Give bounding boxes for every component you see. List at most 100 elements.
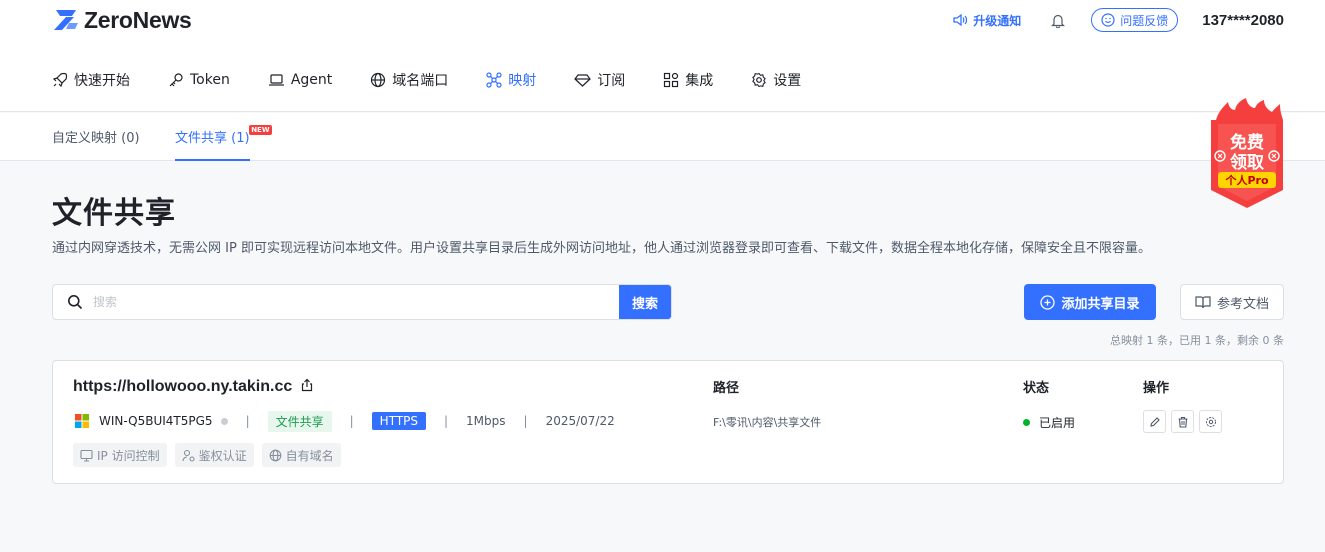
globe-icon <box>269 449 281 461</box>
key-icon <box>169 73 183 87</box>
status-label: 已启用 <box>1039 416 1076 430</box>
reference-docs-button[interactable]: 参考文档 <box>1180 284 1284 320</box>
user-lock-icon <box>182 449 195 462</box>
tab-custom-mapping[interactable]: 自定义映射 (0) <box>52 113 140 160</box>
auth-chip[interactable]: 鉴权认证 <box>174 443 254 467</box>
nav-item-domain-port[interactable]: 域名端口 <box>370 70 448 90</box>
book-icon <box>1195 296 1211 309</box>
separator: | <box>523 414 528 428</box>
open-external-icon[interactable] <box>300 377 314 396</box>
integration-icon <box>664 72 679 88</box>
nav-label: 映射 <box>508 73 537 89</box>
settings-button[interactable] <box>1199 410 1222 433</box>
brand-name: ZeroNews <box>84 6 192 33</box>
share-url-link[interactable]: https://hollowooo.ny.takin.cc <box>73 378 292 396</box>
column-path: 路径 <box>713 381 740 396</box>
mapping-icon <box>486 72 502 88</box>
nav-item-subscribe[interactable]: 订阅 <box>574 70 625 90</box>
gear-icon <box>1205 416 1216 427</box>
agent-offline-dot <box>220 417 228 425</box>
smile-icon <box>1101 13 1115 27</box>
agent-name: WIN-Q5BUI4T5PG5 <box>99 414 213 428</box>
nav-label: 域名端口 <box>392 73 449 89</box>
windows-icon <box>75 414 89 428</box>
nav-item-integration[interactable]: 集成 <box>663 70 713 90</box>
tab-label: 文件共享 (1) <box>175 130 250 146</box>
bell-icon <box>1051 14 1066 28</box>
feature-label: IP 访问控制 <box>97 448 160 463</box>
notification-button[interactable] <box>1051 13 1066 28</box>
nav-item-agent[interactable]: Agent <box>268 72 332 88</box>
feature-label: 鉴权认证 <box>198 448 247 463</box>
edit-button[interactable] <box>1143 410 1166 433</box>
feedback-button[interactable]: 问题反馈 <box>1091 8 1179 32</box>
zeronews-logo-icon <box>54 10 78 30</box>
status-dot <box>1023 419 1030 426</box>
created-date: 2025/07/22 <box>545 414 615 428</box>
logo[interactable]: ZeroNews <box>52 6 192 34</box>
nav-item-mapping[interactable]: 映射 <box>486 70 536 90</box>
upgrade-label: 升级通知 <box>973 13 1022 28</box>
tab-file-share[interactable]: 文件共享 (1) NEW <box>175 113 272 161</box>
header-actions: 升级通知 问题反馈 137****2080 <box>953 8 1284 32</box>
diamond-icon <box>574 74 592 87</box>
account-name[interactable]: 137****2080 <box>1202 12 1284 29</box>
nav-label: 设置 <box>773 73 802 89</box>
globe-icon <box>371 72 386 88</box>
nav-label: 快速开始 <box>74 73 130 89</box>
nav-item-token[interactable]: Token <box>168 72 230 88</box>
promo-line2: 领取 <box>1230 152 1264 173</box>
column-ops: 操作 <box>1143 381 1170 396</box>
delete-button[interactable] <box>1171 410 1194 433</box>
page-description: 通过内网穿透技术，无需公网 IP 即可实现远程访问本地文件。用户设置共享目录后生… <box>52 241 1151 256</box>
feedback-label: 问题反馈 <box>1120 13 1169 28</box>
promo-ribbon: 个人Pro <box>1224 173 1268 187</box>
feature-label: 自有域名 <box>285 448 334 463</box>
add-button-label: 添加共享目录 <box>1061 296 1140 312</box>
upgrade-notice-link[interactable]: 升级通知 <box>953 12 1021 29</box>
plus-circle-icon <box>1040 294 1056 310</box>
new-badge: NEW <box>249 125 272 135</box>
share-status: 已启用 <box>1023 414 1075 431</box>
share-actions <box>1143 410 1227 433</box>
top-bar: ZeroNews 升级通知 问题反馈 137****2080 快速开始 Toke… <box>0 0 1325 112</box>
share-card: https://hollowooo.ny.takin.cc 路径 状态 操作 W… <box>52 360 1284 484</box>
share-meta-row: WIN-Q5BUI4T5PG5 | 文件共享 | HTTPS | 1Mbps |… <box>75 410 615 432</box>
promo-line1: 免费 <box>1230 132 1264 153</box>
flame-badge-icon: 免费 领取 个人Pro <box>1211 98 1283 208</box>
add-share-directory-button[interactable]: 添加共享目录 <box>1024 284 1156 320</box>
free-pro-promo-badge[interactable]: 免费 领取 个人Pro <box>1208 98 1286 210</box>
ip-access-control-chip[interactable]: IP 访问控制 <box>73 443 167 467</box>
main-nav: 快速开始 Token Agent 域名端口 映射 订阅 集成 设置 <box>52 68 839 92</box>
tab-label: 自定义映射 (0) <box>52 131 140 146</box>
gear-icon <box>752 72 767 88</box>
bandwidth: 1Mbps <box>466 414 506 428</box>
mapping-summary: 总映射 1 条，已用 1 条，剩余 0 条 <box>1110 334 1284 347</box>
type-tag: 文件共享 <box>267 410 332 432</box>
share-url-row: https://hollowooo.ny.takin.cc <box>73 377 314 396</box>
search-input[interactable] <box>93 295 619 309</box>
laptop-icon <box>268 74 284 86</box>
rocket-icon <box>52 72 68 88</box>
separator: | <box>349 414 354 428</box>
nav-label: Agent <box>290 72 333 88</box>
column-status: 状态 <box>1023 381 1050 396</box>
share-path: F:\零讯\内容\共享文件 <box>713 416 822 429</box>
feature-chips: IP 访问控制 鉴权认证 自有域名 <box>73 443 349 467</box>
speaker-icon <box>953 13 968 27</box>
nav-item-quickstart[interactable]: 快速开始 <box>52 70 130 90</box>
pencil-icon <box>1149 416 1160 427</box>
nav-label: Token <box>190 72 230 88</box>
monitor-shield-icon <box>80 449 93 462</box>
separator: | <box>444 414 449 428</box>
search-bar: 搜索 <box>52 284 672 320</box>
search-icon <box>67 294 83 310</box>
page-title: 文件共享 <box>52 196 176 231</box>
nav-label: 集成 <box>685 73 714 89</box>
docs-button-label: 参考文档 <box>1216 296 1269 312</box>
nav-label: 订阅 <box>597 73 626 89</box>
sub-tabs: 自定义映射 (0) 文件共享 (1) NEW <box>0 113 1325 161</box>
search-button[interactable]: 搜索 <box>619 285 671 319</box>
custom-domain-chip[interactable]: 自有域名 <box>261 443 341 467</box>
nav-item-settings[interactable]: 设置 <box>751 70 801 90</box>
